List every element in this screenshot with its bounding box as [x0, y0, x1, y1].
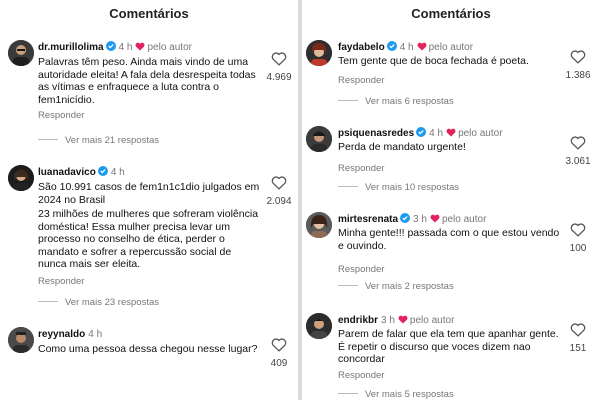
username[interactable]: luanadavico [38, 167, 96, 178]
comment-meta: reyynaldo 4 h [38, 328, 102, 342]
view-more-replies[interactable]: Ver mais 2 respostas [338, 281, 454, 293]
author-like-label: pelo autor [428, 42, 474, 53]
view-more-replies-label: Ver mais 6 respostas [365, 96, 454, 107]
like-count: 409 [270, 358, 288, 369]
reply-button[interactable]: Responder [338, 75, 384, 86]
username[interactable]: dr.murillolima [38, 42, 104, 53]
comment-text: Parem de falar que ela tem que apanhar g… [338, 328, 559, 365]
avatar[interactable] [306, 126, 332, 152]
reply-button[interactable]: Responder [38, 276, 84, 287]
heart-filled-icon [398, 315, 408, 324]
view-more-replies-label: Ver mais 10 respostas [365, 182, 459, 193]
comment-text: 23 milhões de mulheres que sofreram viol… [38, 208, 259, 270]
verified-badge-icon [386, 41, 397, 51]
timestamp: 3 h [413, 214, 427, 225]
heart-outline-icon[interactable] [570, 135, 586, 150]
view-more-replies-label: Ver mais 21 respostas [65, 135, 159, 146]
heart-filled-icon [430, 214, 440, 223]
avatar[interactable] [306, 212, 332, 238]
view-more-replies[interactable]: Ver mais 10 respostas [338, 182, 459, 194]
timestamp: 4 h [88, 329, 103, 340]
avatar[interactable] [8, 327, 34, 353]
comment-text: Perda de mandato urgente! [338, 141, 466, 153]
heart-outline-icon[interactable] [570, 49, 586, 64]
username[interactable]: mirtesrenata [338, 214, 398, 225]
heart-outline-icon[interactable] [271, 51, 287, 66]
author-like-label: pelo autor [441, 214, 487, 225]
comment-text: Palavras têm peso. Ainda mais vindo de u… [38, 56, 256, 106]
view-more-replies-label: Ver mais 2 respostas [365, 281, 454, 292]
comments-panel-left: Comentários dr.murillolima 4 h pelo autor … [0, 0, 298, 400]
username[interactable]: endrikbr [338, 315, 378, 326]
reply-button[interactable]: Responder [38, 110, 84, 121]
view-more-replies[interactable]: Ver mais 23 respostas [38, 297, 159, 309]
verified-badge-icon [105, 41, 116, 51]
comment-meta: endrikbr 3 h pelo autor [338, 314, 454, 328]
like-count: 4.969 [266, 72, 292, 83]
comment-meta: luanadavico 4 h [38, 166, 125, 180]
comment-text: Tem gente que de boca fechada é poeta. [338, 55, 529, 67]
heart-outline-icon[interactable] [570, 322, 586, 337]
reply-button[interactable]: Responder [338, 163, 384, 174]
timestamp: 3 h [381, 315, 395, 326]
like-count: 100 [569, 243, 587, 254]
comment-meta: psiquenasredes 4 h pelo autor [338, 127, 503, 141]
view-more-replies-label: Ver mais 5 respostas [365, 389, 454, 400]
author-like-label: pelo autor [409, 315, 455, 326]
timestamp: 4 h [429, 128, 444, 139]
divider-line [38, 139, 58, 140]
timestamp: 4 h [399, 42, 414, 53]
comment-meta: faydabelo 4 h pelo autor [338, 41, 473, 55]
view-more-replies[interactable]: Ver mais 21 respostas [38, 135, 159, 147]
comment-text: São 10.991 casos de fem1n1c1dio julgados… [38, 181, 260, 206]
username[interactable]: faydabelo [338, 42, 385, 53]
avatar[interactable] [306, 313, 332, 339]
panel-title: Comentários [411, 6, 491, 21]
reply-button[interactable]: Responder [338, 264, 384, 275]
divider-line [338, 393, 358, 394]
like-count: 2.094 [266, 196, 292, 207]
comments-panel-right: Comentários faydabelo 4 h pelo autor Tem g… [302, 0, 600, 400]
author-like-label: pelo autor [458, 128, 503, 139]
reply-button[interactable]: Responder [338, 370, 384, 381]
heart-outline-icon[interactable] [271, 337, 287, 352]
heart-filled-icon [136, 42, 145, 51]
view-more-replies-label: Ver mais 23 respostas [65, 297, 159, 308]
timestamp: 4 h [110, 167, 125, 178]
heart-outline-icon[interactable] [570, 222, 586, 237]
divider-line [338, 100, 358, 101]
verified-badge-icon [400, 213, 411, 223]
author-like-label: pelo autor [147, 42, 192, 53]
view-more-replies[interactable]: Ver mais 6 respostas [338, 96, 454, 108]
like-count: 3.061 [565, 156, 591, 167]
avatar[interactable] [8, 40, 34, 66]
verified-badge-icon [97, 166, 108, 176]
comment-meta: mirtesrenata 3 h pelo autor [338, 213, 486, 227]
like-count: 151 [569, 343, 587, 354]
panel-title: Comentários [109, 6, 189, 21]
username[interactable]: reyynaldo [38, 329, 85, 340]
view-more-replies[interactable]: Ver mais 5 respostas [338, 389, 454, 400]
heart-filled-icon [417, 42, 427, 51]
heart-outline-icon[interactable] [271, 175, 287, 190]
divider-line [338, 285, 358, 286]
timestamp: 4 h [118, 42, 133, 53]
heart-filled-icon [446, 128, 456, 137]
avatar[interactable] [306, 40, 332, 66]
avatar[interactable] [8, 165, 34, 191]
comment-text: Como uma pessoa dessa chegou nesse lugar… [38, 343, 258, 355]
verified-badge-icon [416, 127, 427, 137]
comment-text: Minha gente!!! passada com o que estou v… [338, 227, 560, 252]
comment-meta: dr.murillolima 4 h pelo autor [38, 41, 192, 55]
divider-line [338, 186, 358, 187]
username[interactable]: psiquenasredes [338, 128, 414, 139]
divider-line [38, 301, 58, 302]
like-count: 1.386 [565, 70, 591, 81]
